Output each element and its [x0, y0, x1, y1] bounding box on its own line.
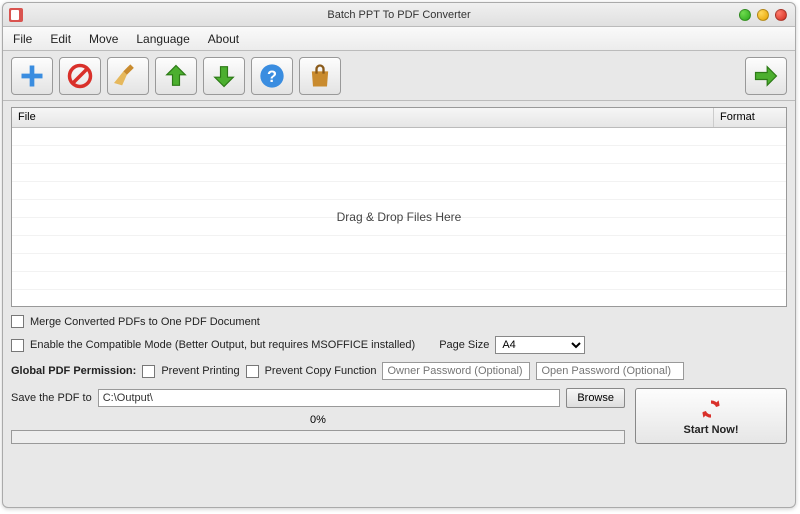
progress-bar	[11, 430, 625, 444]
compat-row: Enable the Compatible Mode (Better Outpu…	[11, 336, 787, 354]
file-list-header: File Format	[12, 108, 786, 128]
prevent-print-checkbox[interactable]	[142, 365, 155, 378]
open-password-input[interactable]	[536, 362, 684, 380]
compat-label: Enable the Compatible Mode (Better Outpu…	[30, 339, 415, 351]
save-row: Save the PDF to Browse	[11, 388, 625, 408]
menu-bar: File Edit Move Language About	[3, 27, 795, 51]
arrow-down-icon	[210, 62, 238, 90]
menu-file[interactable]: File	[13, 32, 32, 46]
progress-area: 0%	[11, 414, 625, 444]
shop-button[interactable]	[299, 57, 341, 95]
arrow-up-icon	[162, 62, 190, 90]
bottom-area: Save the PDF to Browse 0% Start Now!	[11, 388, 787, 444]
window-controls	[739, 9, 787, 21]
broom-icon	[114, 62, 142, 90]
pagesize-select[interactable]: A4	[495, 336, 585, 354]
merge-checkbox[interactable]	[11, 315, 24, 328]
compat-checkbox[interactable]	[11, 339, 24, 352]
app-window: Batch PPT To PDF Converter File Edit Mov…	[2, 2, 796, 508]
titlebar: Batch PPT To PDF Converter	[3, 3, 795, 27]
close-button[interactable]	[775, 9, 787, 21]
progress-percent: 0%	[11, 414, 625, 426]
plus-icon	[18, 62, 46, 90]
toolbar: ?	[3, 51, 795, 101]
shopping-bag-icon	[306, 62, 334, 90]
merge-row: Merge Converted PDFs to One PDF Document	[11, 315, 787, 328]
arrow-right-icon	[752, 62, 780, 90]
clear-button[interactable]	[107, 57, 149, 95]
menu-edit[interactable]: Edit	[50, 32, 71, 46]
permission-label: Global PDF Permission:	[11, 365, 136, 377]
file-list-panel: File Format Drag & Drop Files Here	[11, 107, 787, 307]
prevent-copy-label: Prevent Copy Function	[265, 365, 377, 377]
prevent-print-label: Prevent Printing	[161, 365, 239, 377]
owner-password-input[interactable]	[382, 362, 530, 380]
start-label: Start Now!	[684, 424, 739, 436]
help-button[interactable]: ?	[251, 57, 293, 95]
content-area: File Format Drag & Drop Files Here Merge…	[3, 101, 795, 507]
permission-row: Global PDF Permission: Prevent Printing …	[11, 362, 787, 380]
browse-button[interactable]: Browse	[566, 388, 625, 408]
start-button[interactable]: Start Now!	[635, 388, 787, 444]
add-button[interactable]	[11, 57, 53, 95]
menu-language[interactable]: Language	[136, 32, 189, 46]
move-down-button[interactable]	[203, 57, 245, 95]
svg-text:?: ?	[267, 67, 277, 85]
pagesize-label: Page Size	[439, 339, 489, 351]
maximize-button[interactable]	[757, 9, 769, 21]
menu-about[interactable]: About	[208, 32, 239, 46]
move-up-button[interactable]	[155, 57, 197, 95]
minimize-button[interactable]	[739, 9, 751, 21]
window-title: Batch PPT To PDF Converter	[3, 9, 795, 21]
no-entry-icon	[66, 62, 94, 90]
help-icon: ?	[258, 62, 286, 90]
column-format[interactable]: Format	[714, 108, 786, 127]
prevent-copy-checkbox[interactable]	[246, 365, 259, 378]
refresh-icon	[698, 396, 724, 422]
menu-move[interactable]: Move	[89, 32, 118, 46]
column-file[interactable]: File	[12, 108, 714, 127]
remove-button[interactable]	[59, 57, 101, 95]
convert-button[interactable]	[745, 57, 787, 95]
save-path-input[interactable]	[98, 389, 561, 407]
merge-label: Merge Converted PDFs to One PDF Document	[30, 316, 260, 328]
file-list-body[interactable]: Drag & Drop Files Here	[12, 128, 786, 306]
drag-drop-hint: Drag & Drop Files Here	[337, 210, 462, 224]
save-label: Save the PDF to	[11, 392, 92, 404]
